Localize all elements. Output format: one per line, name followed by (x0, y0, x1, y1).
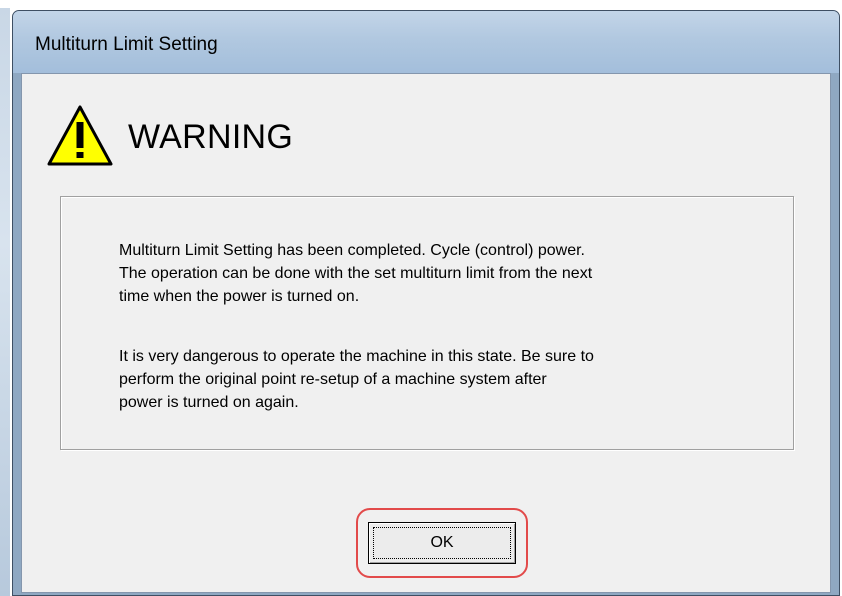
warning-title: WARNING (128, 118, 294, 156)
message-line: Multiturn Limit Setting has been complet… (119, 242, 585, 259)
message-line: perform the original point re-setup of a… (119, 371, 547, 388)
screen: Multiturn Limit Setting WARNING Multitur… (0, 0, 842, 596)
message-paragraph-2: It is very dangerous to operate the mach… (119, 345, 594, 414)
message-line: time when the power is turned on. (119, 288, 360, 305)
message-group-box: Multiturn Limit Setting has been complet… (60, 196, 794, 450)
multiturn-limit-dialog: Multiturn Limit Setting WARNING Multitur… (12, 10, 840, 596)
ok-button[interactable]: OK (368, 522, 516, 564)
message-paragraph-1: Multiturn Limit Setting has been complet… (119, 239, 592, 308)
message-line: It is very dangerous to operate the mach… (119, 348, 594, 365)
message-line: power is turned on again. (119, 394, 299, 411)
warning-triangle-icon (47, 105, 113, 166)
title-bar[interactable]: Multiturn Limit Setting (13, 11, 839, 73)
background-window-edge (0, 8, 10, 596)
dialog-title: Multiturn Limit Setting (35, 34, 218, 55)
dialog-client-area: WARNING Multiturn Limit Setting has been… (21, 73, 831, 593)
ok-button-label: OK (430, 534, 454, 551)
message-line: The operation can be done with the set m… (119, 265, 593, 282)
